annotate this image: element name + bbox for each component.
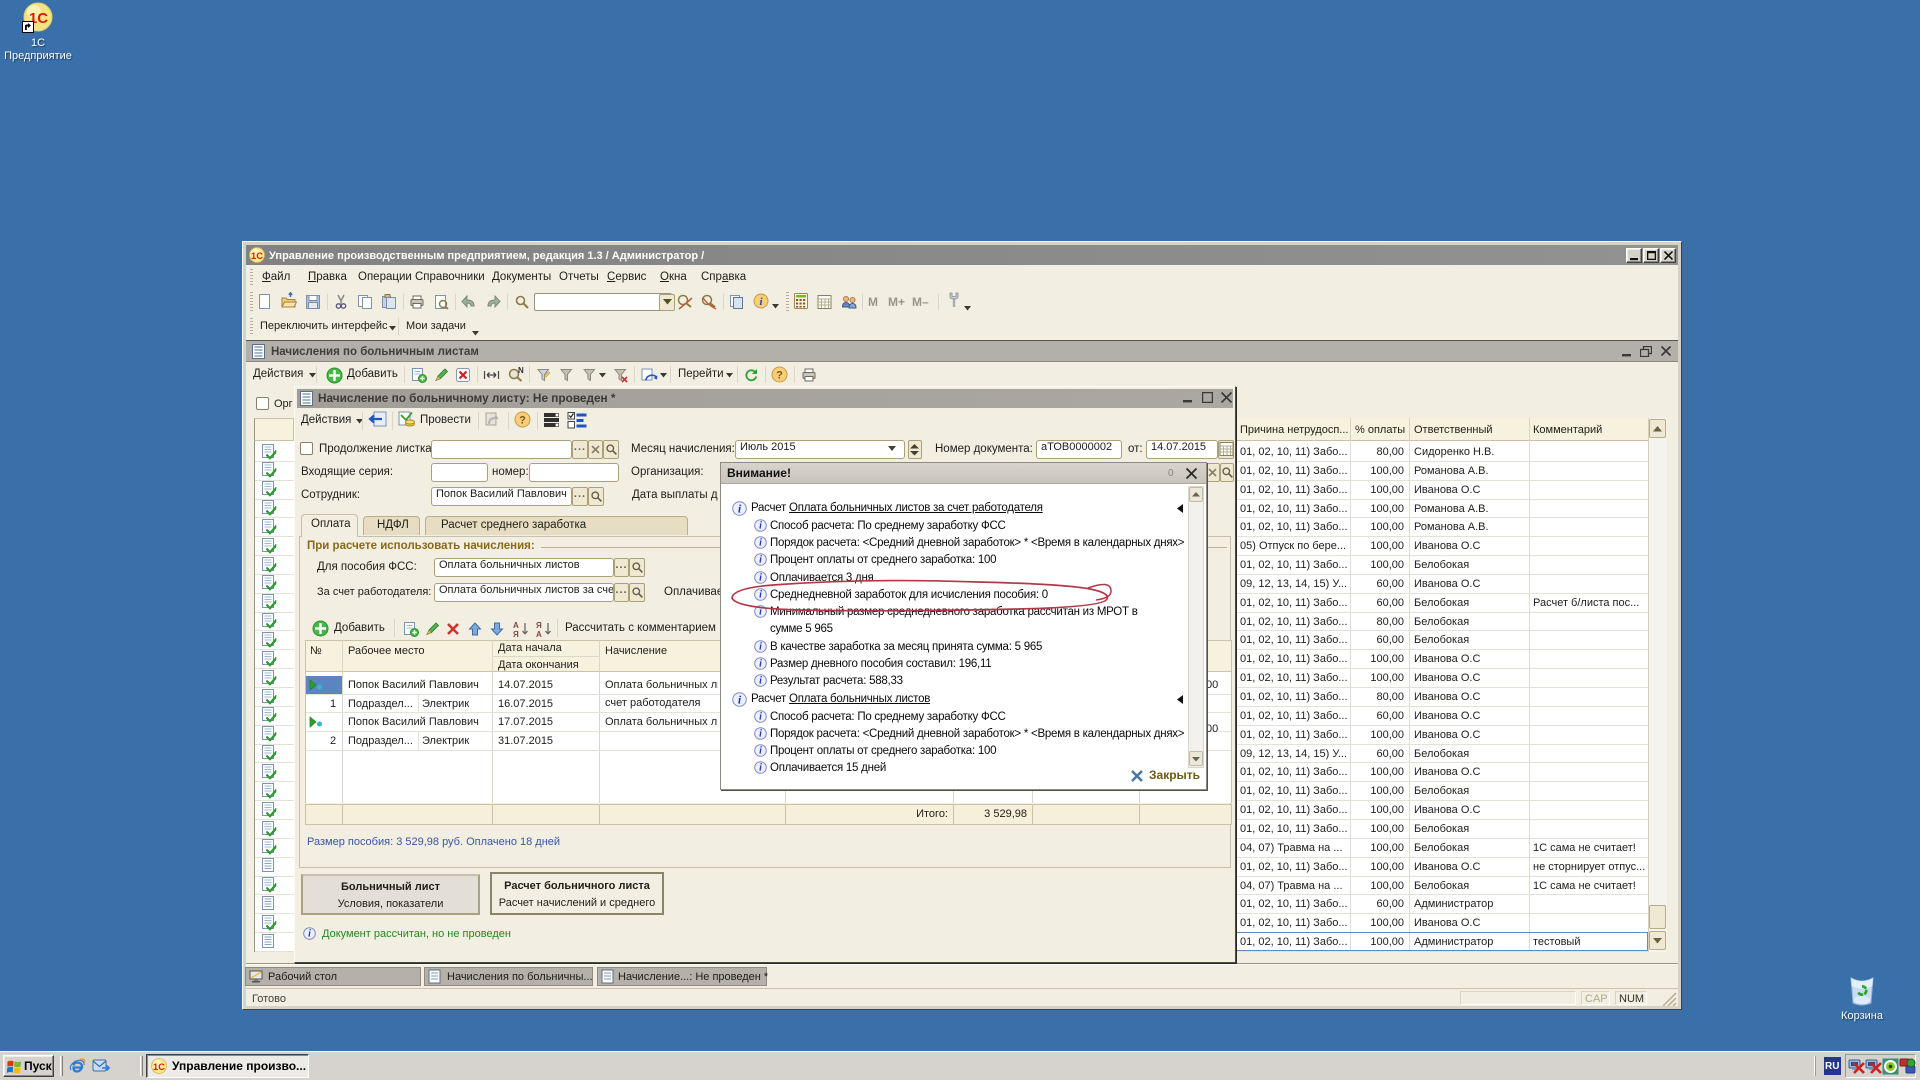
svg-text:i: i bbox=[759, 642, 762, 653]
svg-text:А: А bbox=[513, 621, 519, 630]
svg-text:?: ? bbox=[776, 370, 783, 382]
svg-text:1С: 1С bbox=[153, 1062, 165, 1072]
svg-text:i: i bbox=[759, 659, 762, 670]
svg-text:А: А bbox=[536, 630, 542, 638]
svg-text:i: i bbox=[759, 676, 762, 687]
svg-text:i: i bbox=[759, 521, 762, 532]
svg-text:?: ? bbox=[519, 415, 526, 427]
svg-text:i: i bbox=[759, 538, 762, 549]
svg-text:i: i bbox=[759, 712, 762, 723]
svg-text:1С: 1С bbox=[251, 251, 263, 261]
svg-text:N: N bbox=[518, 366, 524, 375]
svg-text:i: i bbox=[759, 746, 762, 757]
svg-text:i: i bbox=[759, 763, 762, 774]
svg-text:i: i bbox=[308, 929, 311, 940]
svg-text:Я: Я bbox=[536, 621, 542, 630]
svg-text:i: i bbox=[759, 729, 762, 740]
svg-text:i: i bbox=[759, 555, 762, 566]
svg-text:Я: Я bbox=[513, 630, 519, 638]
